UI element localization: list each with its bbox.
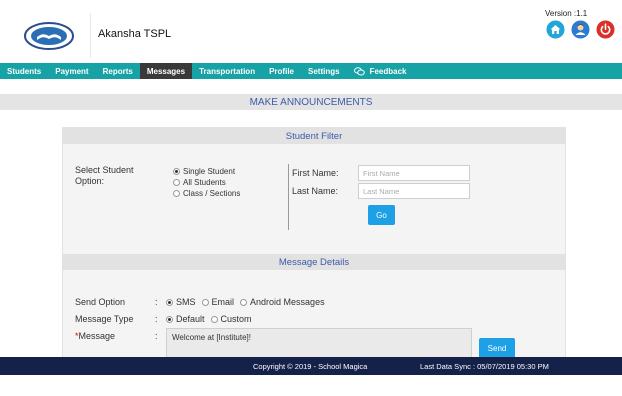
send-sms-label: SMS (176, 297, 196, 307)
first-name-label: First Name: (292, 168, 339, 178)
nav-settings[interactable]: Settings (301, 63, 347, 79)
option-all-students[interactable]: All Students (173, 177, 240, 188)
nav-transportation[interactable]: Transportation (192, 63, 262, 79)
message-label: *Message (75, 331, 115, 341)
header: Akansha TSPL Version :1.1 (0, 0, 622, 63)
radio-class-sections[interactable] (173, 190, 180, 197)
option-class-sections-label: Class / Sections (183, 189, 241, 198)
message-details-heading: Message Details (62, 254, 566, 270)
option-all-students-label: All Students (183, 178, 226, 187)
version-label: Version :1.1 (545, 9, 588, 18)
send-email[interactable]: Email (201, 297, 235, 307)
message-label-text: Message (78, 331, 116, 341)
nav-feedback[interactable]: Feedback (347, 63, 414, 79)
send-sms[interactable]: SMS (166, 297, 196, 307)
school-logo (8, 13, 91, 58)
message-type-group: Default Custom (166, 314, 252, 324)
app-root: Akansha TSPL Version :1.1 Students Payme… (0, 0, 622, 396)
page-title: MAKE ANNOUNCEMENTS (0, 94, 622, 110)
option-single-student-label: Single Student (183, 167, 236, 176)
last-name-input[interactable]: Last Name (358, 183, 470, 199)
type-custom[interactable]: Custom (210, 314, 252, 324)
send-option-colon: : (155, 297, 158, 307)
option-single-student[interactable]: Single Student (173, 166, 240, 177)
radio-android[interactable] (240, 298, 248, 306)
student-filter-heading: Student Filter (63, 128, 565, 144)
nav-reports[interactable]: Reports (96, 63, 140, 79)
power-icon[interactable] (596, 20, 615, 39)
home-icon[interactable] (546, 20, 565, 39)
send-android-label: Android Messages (250, 297, 325, 307)
message-type-colon: : (155, 314, 158, 324)
option-class-sections[interactable]: Class / Sections (173, 188, 240, 199)
nav-students[interactable]: Students (0, 63, 48, 79)
radio-single-student[interactable] (173, 168, 180, 175)
first-name-input[interactable]: First Name (358, 165, 470, 181)
chat-icon (353, 66, 365, 76)
header-icons (546, 20, 615, 39)
radio-custom[interactable] (210, 315, 218, 323)
last-name-label: Last Name: (292, 186, 339, 196)
nav-messages[interactable]: Messages (139, 63, 193, 79)
go-button[interactable]: Go (368, 205, 395, 225)
last-sync-text: Last Data Sync : 05/07/2019 05:30 PM (420, 362, 549, 371)
radio-email[interactable] (201, 298, 209, 306)
type-default-label: Default (176, 314, 205, 324)
main-nav: Students Payment Reports Messages Transp… (0, 63, 622, 79)
org-name: Akansha TSPL (98, 28, 172, 40)
user-icon[interactable] (571, 20, 590, 39)
book-logo-icon (24, 21, 74, 50)
message-colon: : (155, 331, 158, 341)
send-option-group: SMS Email Android Messages (166, 297, 325, 307)
type-custom-label: Custom (220, 314, 252, 324)
filter-divider (288, 164, 289, 230)
select-student-option-label: Select Student Option: (75, 165, 134, 186)
radio-sms[interactable] (166, 298, 173, 306)
radio-default[interactable] (166, 315, 173, 323)
copyright-text: Copyright © 2019 - School Magica (253, 362, 368, 371)
nav-payment[interactable]: Payment (48, 63, 95, 79)
type-default[interactable]: Default (166, 314, 205, 324)
send-button[interactable]: Send (479, 338, 515, 358)
student-option-group: Single Student All Students Class / Sect… (173, 166, 240, 199)
radio-all-students[interactable] (173, 179, 180, 186)
send-android[interactable]: Android Messages (240, 297, 325, 307)
nav-profile[interactable]: Profile (262, 63, 301, 79)
nav-feedback-label: Feedback (369, 66, 407, 76)
footer: Copyright © 2019 - School Magica Last Da… (0, 357, 622, 375)
send-option-label: Send Option (75, 297, 126, 307)
send-email-label: Email (211, 297, 235, 307)
message-type-label: Message Type (75, 314, 134, 324)
